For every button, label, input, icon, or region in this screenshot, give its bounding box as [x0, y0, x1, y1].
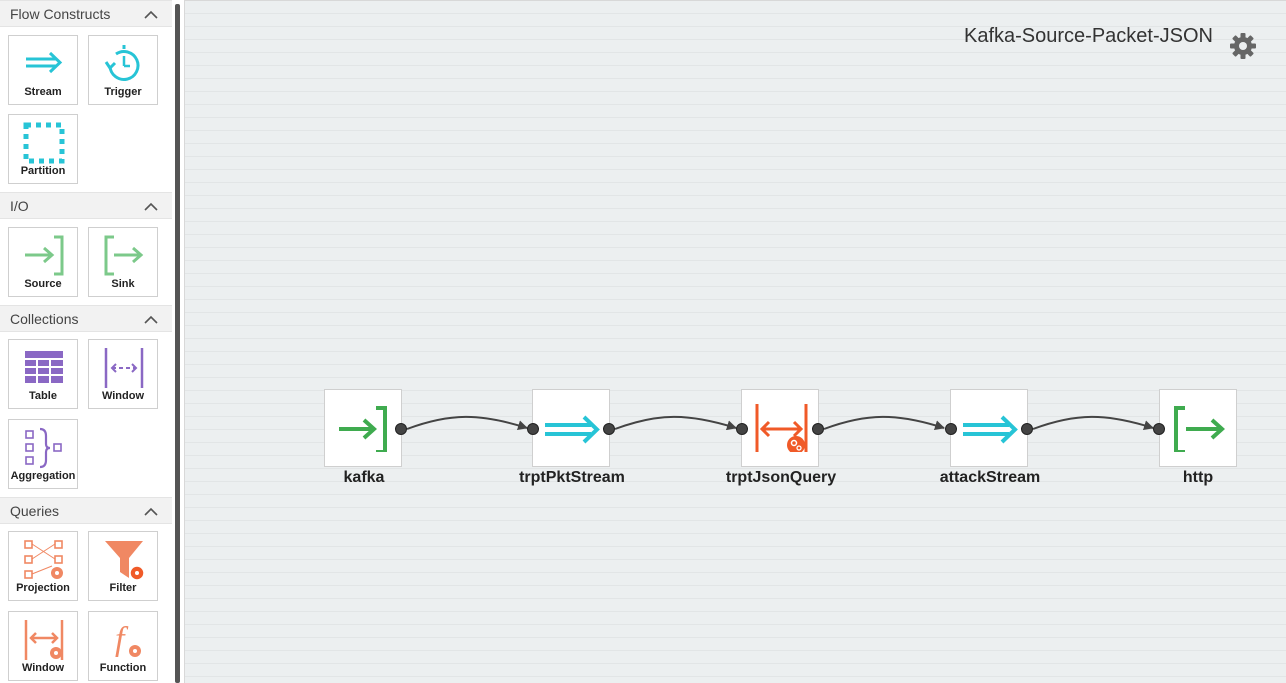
- palette-item-window[interactable]: Window: [88, 339, 158, 409]
- output-port[interactable]: [1021, 423, 1033, 435]
- output-port[interactable]: [603, 423, 615, 435]
- chevron-up-icon[interactable]: [144, 10, 158, 19]
- window-query-icon: [24, 620, 64, 660]
- node-label: kafka: [343, 469, 385, 486]
- filter-icon: [105, 541, 145, 581]
- palette-item-label: Sink: [111, 278, 135, 290]
- chevron-up-icon[interactable]: [144, 315, 158, 324]
- flow-node-attackStream[interactable]: [950, 389, 1028, 467]
- node-label: trptPktStream: [519, 469, 625, 486]
- palette-item-label: Partition: [20, 165, 66, 177]
- palette-item-label: Trigger: [104, 86, 142, 98]
- section-title: Collections: [10, 311, 79, 327]
- flow-node-http[interactable]: [1159, 389, 1237, 467]
- input-port[interactable]: [736, 423, 748, 435]
- chevron-up-icon[interactable]: [144, 202, 158, 211]
- svg-text:f: f: [115, 621, 129, 658]
- flow-node-trptJsonQuery[interactable]: [741, 389, 819, 467]
- design-canvas[interactable]: [184, 0, 1286, 683]
- palette-item-source[interactable]: Source: [8, 227, 78, 297]
- palette-item-function[interactable]: f Function: [88, 611, 158, 681]
- palette-item-aggregation[interactable]: Aggregation: [8, 419, 78, 489]
- section-header-collections[interactable]: Collections: [0, 305, 172, 332]
- flow-title: Kafka-Source-Packet-JSON: [964, 25, 1213, 47]
- flow-node-kafka[interactable]: [324, 389, 402, 467]
- aggregation-icon: [25, 427, 62, 469]
- stream-icon: [26, 51, 63, 74]
- input-port[interactable]: [527, 423, 539, 435]
- sink-icon: [1174, 406, 1225, 452]
- section-header-flow-constructs[interactable]: Flow Constructs: [0, 0, 172, 27]
- palette-item-label: Stream: [24, 86, 62, 98]
- input-port[interactable]: [945, 423, 957, 435]
- section-title: Flow Constructs: [10, 6, 111, 22]
- palette-item-label: Aggregation: [10, 470, 76, 482]
- section-title: I/O: [10, 198, 29, 214]
- section-header-queries[interactable]: Queries: [0, 497, 172, 524]
- chevron-up-icon[interactable]: [144, 507, 158, 516]
- table-icon: [25, 351, 63, 383]
- palette-item-label: Function: [99, 662, 147, 674]
- output-port[interactable]: [395, 423, 407, 435]
- source-icon: [339, 406, 387, 452]
- palette-item-table[interactable]: Table: [8, 339, 78, 409]
- palette-item-label: Table: [29, 390, 57, 402]
- flow-node-trptPktStream[interactable]: [532, 389, 610, 467]
- window-query-icon: [755, 404, 808, 452]
- palette-item-trigger[interactable]: Trigger: [88, 35, 158, 105]
- palette-item-label: Window: [101, 390, 145, 402]
- node-label: trptJsonQuery: [725, 469, 837, 486]
- trigger-icon: [104, 45, 140, 81]
- window-icon: [104, 348, 144, 388]
- palette-item-label: Filter: [109, 582, 137, 594]
- palette-item-stream[interactable]: Stream: [8, 35, 78, 105]
- palette-item-partition[interactable]: Partition: [8, 114, 78, 184]
- source-icon: [25, 235, 64, 276]
- sink-icon: [104, 235, 144, 276]
- projection-icon: [24, 540, 63, 579]
- stream-icon: [545, 415, 600, 444]
- input-port[interactable]: [1153, 423, 1165, 435]
- output-port[interactable]: [812, 423, 824, 435]
- palette-item-label: Projection: [16, 582, 70, 594]
- palette-item-projection[interactable]: Projection: [8, 531, 78, 601]
- palette-item-sink[interactable]: Sink: [88, 227, 158, 297]
- section-header-io[interactable]: I/O: [0, 192, 172, 219]
- palette-item-label: Window: [21, 662, 65, 674]
- node-label: attackStream: [939, 469, 1041, 486]
- function-icon: f: [115, 621, 141, 658]
- gear-icon[interactable]: [1228, 31, 1258, 61]
- palette-item-label: Source: [24, 278, 62, 290]
- palette-item-filter[interactable]: Filter: [88, 531, 158, 601]
- stream-icon: [963, 415, 1018, 444]
- section-title: Queries: [10, 503, 60, 519]
- partition-icon: [23, 122, 65, 164]
- palette-item-window-query[interactable]: Window: [8, 611, 78, 681]
- node-label: http: [1182, 469, 1214, 486]
- palette-scrollbar[interactable]: [175, 4, 180, 683]
- palette-panel: Flow Constructs Stream Trigger Partition…: [0, 0, 174, 683]
